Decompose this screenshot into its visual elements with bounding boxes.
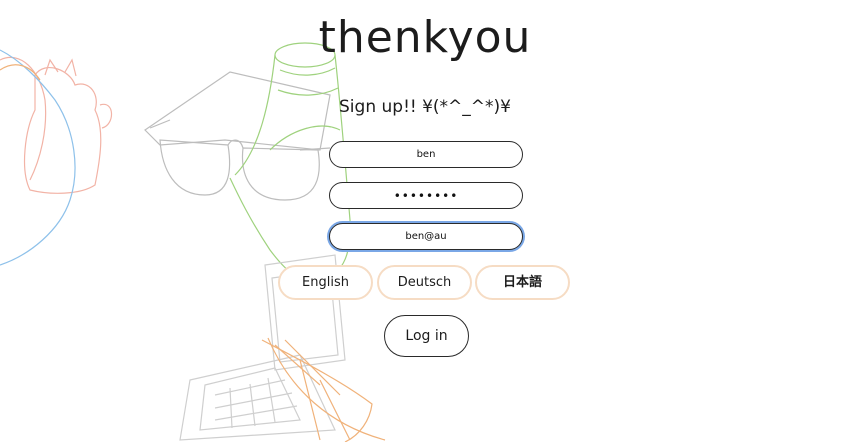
login-button[interactable]: Log in bbox=[384, 315, 469, 357]
glasses-doodle-icon bbox=[144, 71, 331, 201]
email-input[interactable] bbox=[329, 223, 523, 250]
signup-heading: Sign up!! ¥(*^_^*)¥ bbox=[339, 97, 511, 117]
username-input[interactable] bbox=[329, 141, 523, 168]
orange-slice-doodle-icon bbox=[261, 337, 386, 442]
cat-doodle-icon bbox=[0, 49, 113, 266]
language-button-japanese[interactable]: 日本語 bbox=[475, 265, 570, 300]
password-input[interactable] bbox=[329, 182, 523, 209]
app-logo: thenkyou bbox=[318, 12, 532, 63]
background-illustration bbox=[0, 42, 386, 442]
language-button-english[interactable]: English bbox=[278, 265, 373, 300]
language-button-deutsch[interactable]: Deutsch bbox=[377, 265, 472, 300]
